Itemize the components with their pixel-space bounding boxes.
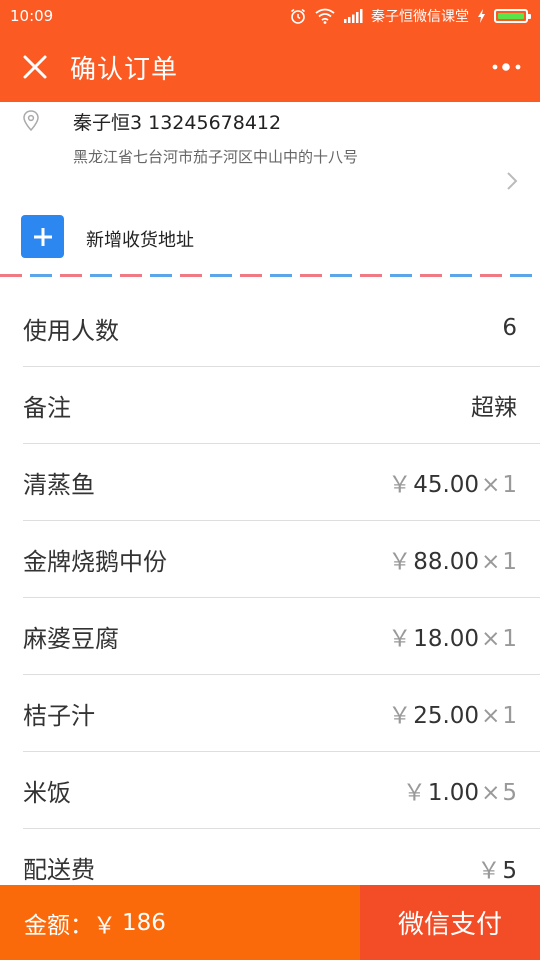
order-item-row: 米饭 ￥ 1.00 × 5 xyxy=(23,752,540,829)
people-count-row[interactable]: 使用人数 6 xyxy=(23,290,540,367)
currency-symbol: ￥ xyxy=(477,857,501,884)
more-button[interactable] xyxy=(474,32,540,102)
carrier-name: 秦子恒微信课堂 xyxy=(371,9,469,25)
people-count-value: 6 xyxy=(502,315,517,341)
note-label: 备注 xyxy=(23,393,71,422)
item-quantity: 5 xyxy=(502,780,517,806)
charging-icon xyxy=(478,9,485,23)
order-item-row: 清蒸鱼 ￥ 45.00 × 1 xyxy=(23,444,540,521)
title-bar: 确认订单 xyxy=(0,32,540,102)
item-price: ￥ 45.00 × 1 xyxy=(388,465,517,499)
times-symbol: × xyxy=(481,626,501,652)
note-value: 超辣 xyxy=(471,395,517,421)
item-price-value: 45.00 xyxy=(413,472,480,498)
item-price-value: 1.00 xyxy=(427,780,480,806)
order-item-row: 麻婆豆腐 ￥ 18.00 × 1 xyxy=(23,598,540,675)
times-symbol: × xyxy=(481,780,501,806)
currency-symbol: ￥ xyxy=(388,703,412,729)
add-address-button[interactable]: 新增收货地址 xyxy=(0,212,540,262)
item-quantity: 1 xyxy=(502,472,517,498)
item-quantity: 1 xyxy=(502,703,517,729)
total-value: 186 xyxy=(122,909,166,936)
signal-icon xyxy=(344,9,363,23)
item-price-value: 25.00 xyxy=(413,703,480,729)
delivery-fee: ￥ 5 xyxy=(477,851,517,885)
status-icons: 秦子恒微信课堂 xyxy=(289,6,531,26)
add-icon xyxy=(21,215,64,258)
wechat-pay-button[interactable]: 微信支付 xyxy=(360,885,540,960)
item-name: 米饭 xyxy=(23,778,71,807)
recipient-name-phone: 秦子恒3 13245678412 xyxy=(73,112,282,134)
item-name: 桔子汁 xyxy=(23,701,95,730)
status-time: 10:09 xyxy=(10,7,54,25)
currency-symbol: ￥ xyxy=(388,549,412,575)
order-item-row: 桔子汁 ￥ 25.00 × 1 xyxy=(23,675,540,752)
location-pin-icon xyxy=(23,110,39,132)
more-icon xyxy=(492,63,521,71)
currency-symbol: ￥ xyxy=(388,626,412,652)
item-price: ￥ 88.00 × 1 xyxy=(388,542,517,576)
item-name: 麻婆豆腐 xyxy=(23,624,119,653)
alarm-icon xyxy=(291,8,305,24)
times-symbol: × xyxy=(481,549,501,575)
currency-symbol: ￥ xyxy=(388,472,412,498)
total-currency-symbol: ￥ xyxy=(93,912,116,939)
item-quantity: 1 xyxy=(502,626,517,652)
close-button[interactable] xyxy=(0,32,70,102)
item-price: ￥ 18.00 × 1 xyxy=(388,619,517,653)
times-symbol: × xyxy=(481,703,501,729)
item-price: ￥ 25.00 × 1 xyxy=(388,696,517,730)
times-symbol: × xyxy=(481,472,501,498)
delivery-fee-label: 配送费 xyxy=(23,856,95,884)
people-count-label: 使用人数 xyxy=(23,316,119,345)
note-row[interactable]: 备注 超辣 xyxy=(23,367,540,444)
order-details: 使用人数 6 备注 超辣 清蒸鱼 ￥ 45.00 × 1 金牌烧鹅中份 ￥ 88… xyxy=(0,290,540,906)
page-title: 确认订单 xyxy=(70,54,179,85)
checkout-bar: 金额： ￥ 186 微信支付 xyxy=(0,885,540,960)
order-item-row: 金牌烧鹅中份 ￥ 88.00 × 1 xyxy=(23,521,540,598)
close-icon xyxy=(23,55,47,79)
order-total: 金额： ￥ 186 xyxy=(0,885,360,960)
wifi-icon xyxy=(315,8,335,24)
battery-icon xyxy=(494,9,531,23)
total-label: 金额： xyxy=(24,912,93,939)
item-name: 金牌烧鹅中份 xyxy=(23,547,167,576)
item-price-value: 18.00 xyxy=(413,626,480,652)
item-name: 清蒸鱼 xyxy=(23,470,95,499)
item-quantity: 1 xyxy=(502,549,517,575)
item-price-value: 88.00 xyxy=(413,549,480,575)
envelope-divider xyxy=(0,274,540,277)
chevron-right-icon xyxy=(507,172,518,190)
currency-symbol: ￥ xyxy=(402,780,426,806)
status-bar: 10:09 秦子恒微信课堂 xyxy=(0,0,540,32)
address-detail: 黑龙江省七台河市茄子河区中山中的十八号 xyxy=(73,148,359,166)
add-address-label: 新增收货地址 xyxy=(86,230,194,251)
delivery-fee-value: 5 xyxy=(502,857,517,884)
item-price: ￥ 1.00 × 5 xyxy=(403,773,517,807)
